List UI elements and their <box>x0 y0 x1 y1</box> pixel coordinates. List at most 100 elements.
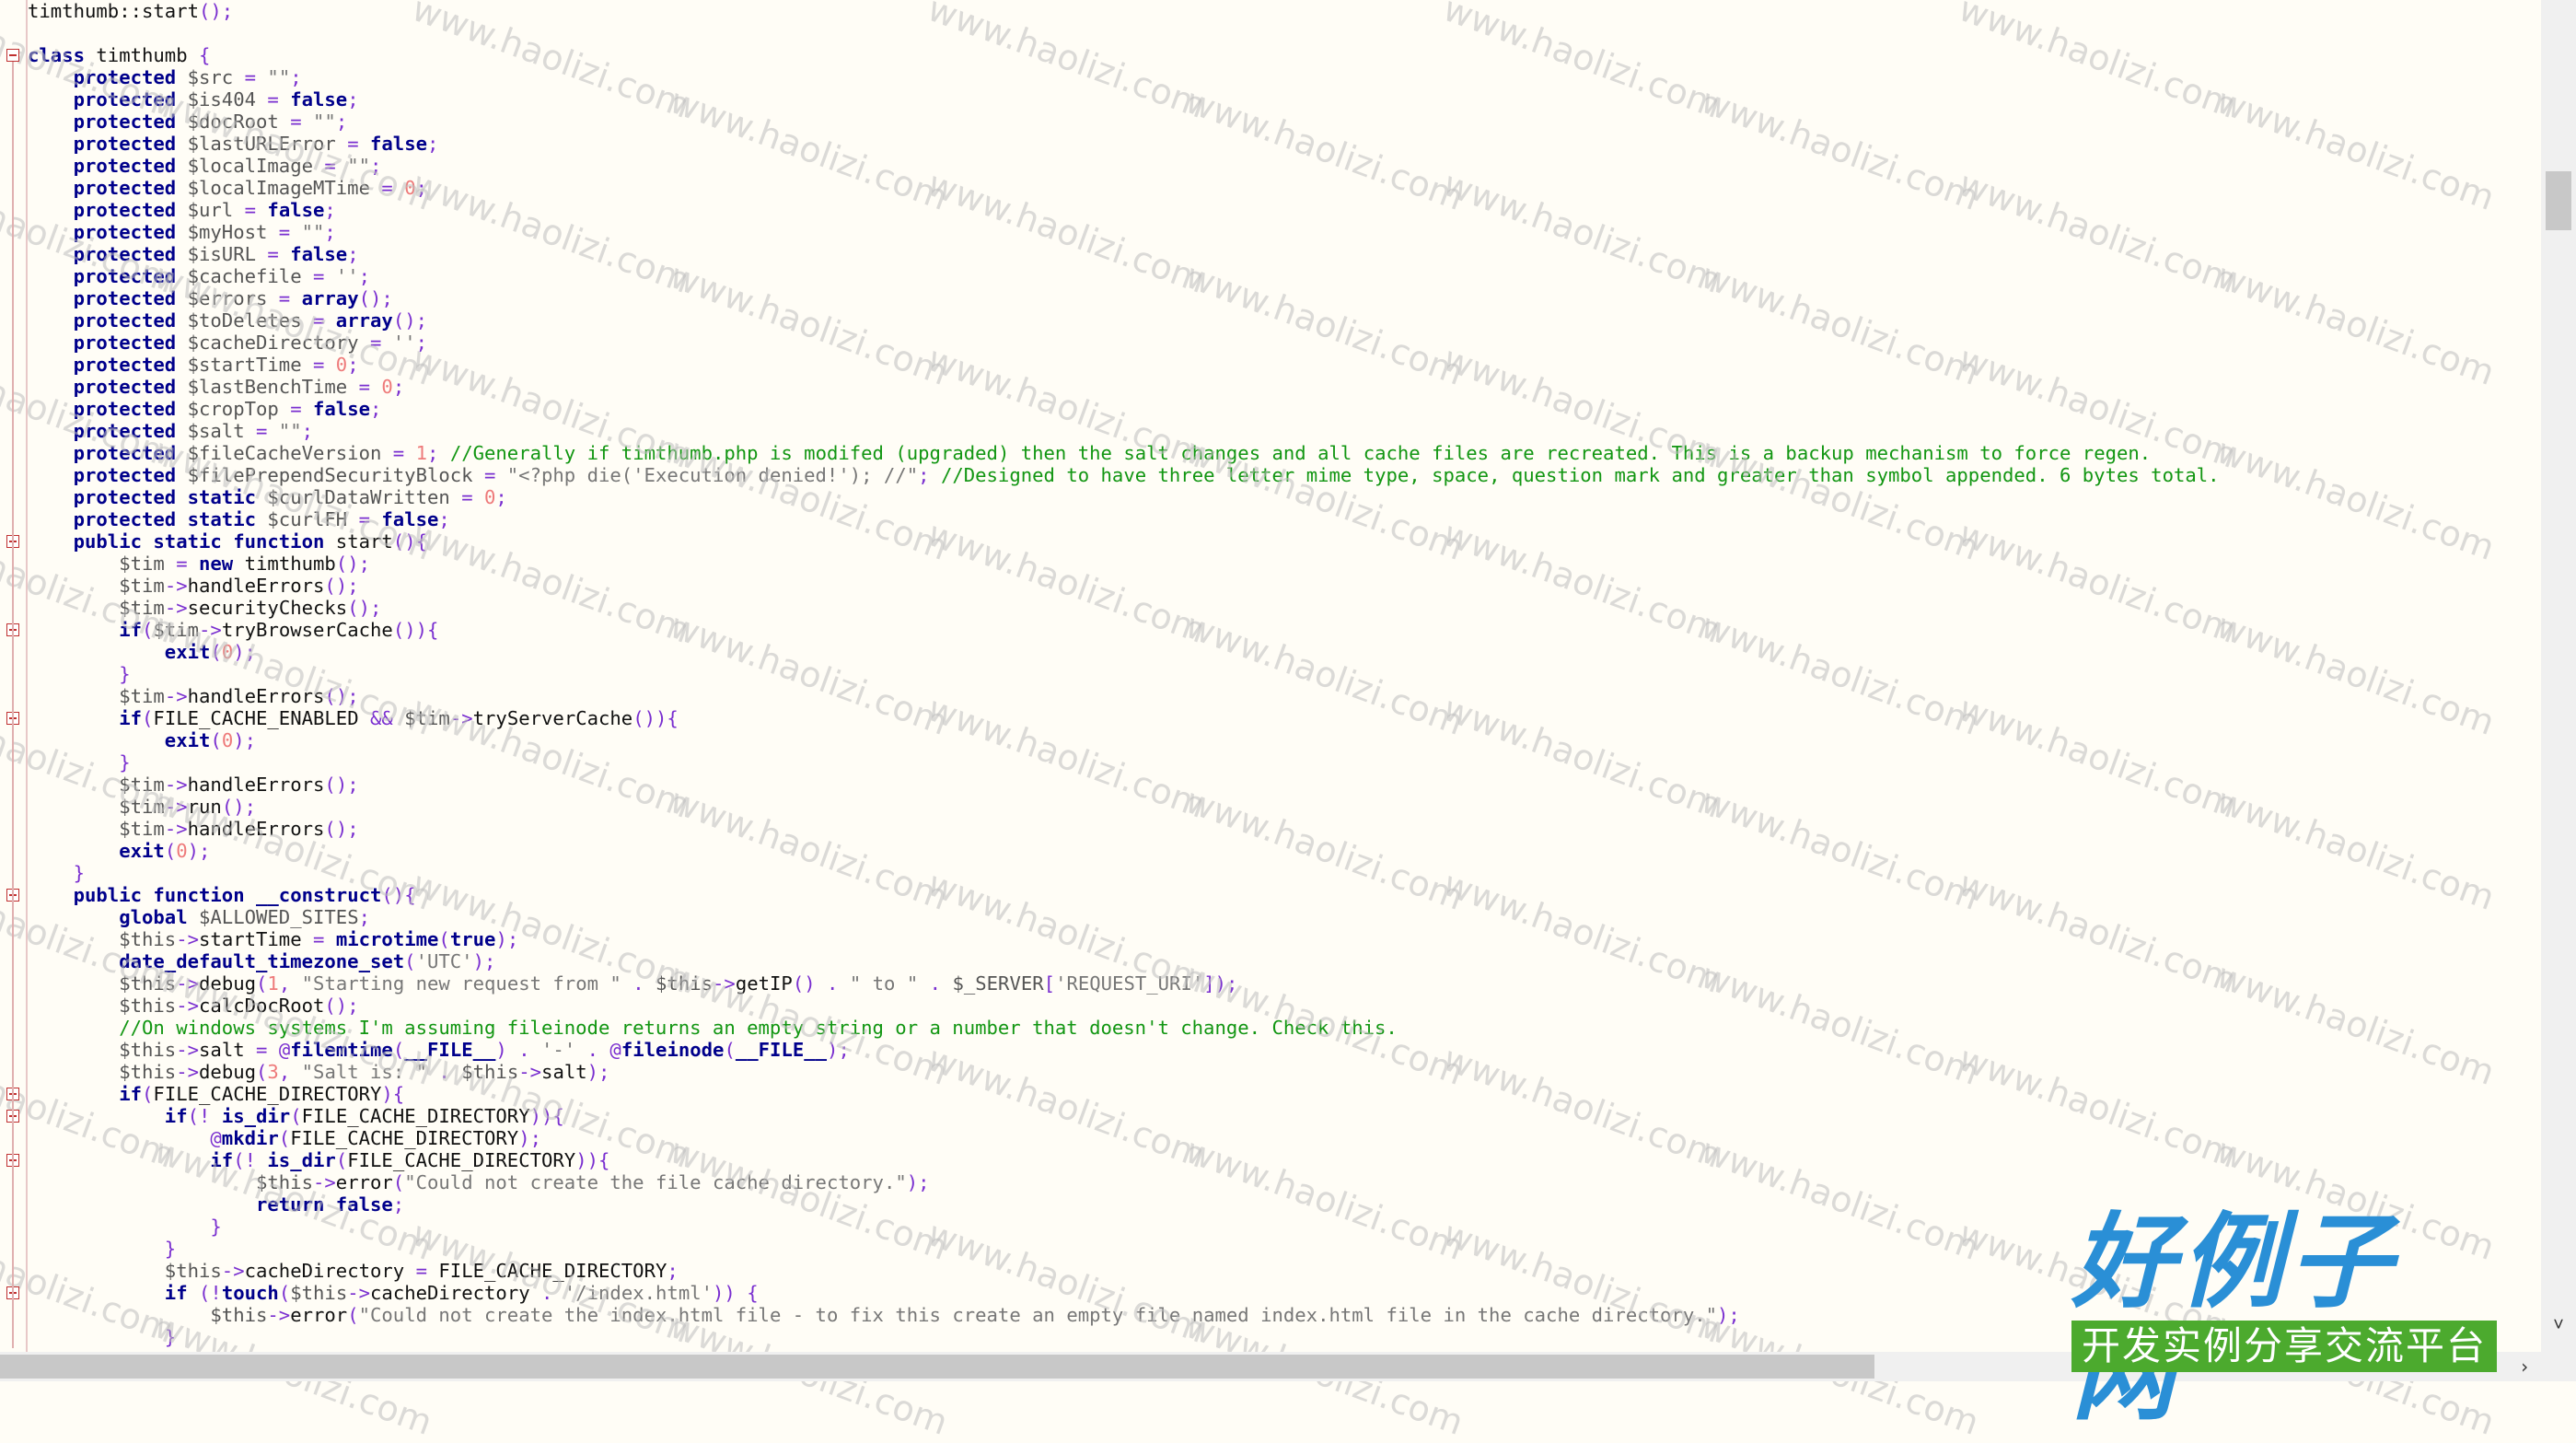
code-line[interactable]: protected $lastURLError = false; <box>28 133 439 155</box>
code-token: = <box>244 66 257 88</box>
code-line[interactable]: date_default_timezone_set('UTC'); <box>28 950 495 972</box>
code-line[interactable]: protected $errors = array(); <box>28 287 393 309</box>
code-line[interactable]: $tim->securityChecks(); <box>28 597 381 619</box>
code-line[interactable]: protected $cacheDirectory = ''; <box>28 332 427 354</box>
code-token: = <box>358 508 370 530</box>
code-line[interactable]: $this->cacheDirectory = FILE_CACHE_DIREC… <box>28 1260 679 1282</box>
code-line[interactable]: protected $src = ""; <box>28 66 302 88</box>
code-line[interactable]: } <box>28 862 85 884</box>
code-line[interactable]: timthumb::start(); <box>28 0 233 22</box>
code-token: -> <box>176 995 200 1017</box>
code-line[interactable]: $tim->handleErrors(); <box>28 685 359 707</box>
code-line[interactable]: $this->debug(1, "Starting new request fr… <box>28 972 1237 995</box>
code-token: 0 <box>392 177 416 199</box>
code-token: -> <box>176 1039 200 1061</box>
vertical-scrollbar[interactable]: ˅ <box>2541 0 2576 1352</box>
code-line[interactable]: protected $toDeletes = array(); <box>28 309 427 332</box>
code-line[interactable]: } <box>28 663 130 685</box>
code-token: is_dir <box>221 1105 291 1127</box>
code-editor[interactable]: timthumb::start();class timthumb { prote… <box>0 0 2576 1443</box>
code-token: ( <box>335 1149 348 1171</box>
code-line[interactable]: protected $lastBenchTime = 0; <box>28 376 405 398</box>
code-line[interactable]: return false; <box>28 1193 404 1216</box>
code-line[interactable]: $this->startTime = microtime(true); <box>28 928 518 950</box>
code-line[interactable]: protected $is404 = false; <box>28 88 359 111</box>
code-token: = <box>313 928 325 950</box>
code-token: $src <box>176 66 245 88</box>
code-line[interactable]: $this->error("Could not create the index… <box>28 1304 1740 1326</box>
code-token: $tim <box>119 553 177 575</box>
code-line[interactable]: protected $startTime = 0; <box>28 354 359 376</box>
code-line[interactable]: protected $localImageMTime = 0; <box>28 177 427 199</box>
code-line[interactable]: exit(0); <box>28 641 256 663</box>
code-token: ); <box>1717 1304 1740 1326</box>
code-line[interactable]: protected $salt = ""; <box>28 420 313 442</box>
code-token: 1 <box>404 442 427 464</box>
code-line[interactable]: $this->error("Could not create the file … <box>28 1171 930 1193</box>
code-token: ); <box>233 641 257 663</box>
code-token: 0 <box>221 729 234 751</box>
code-line[interactable]: $tim->handleErrors(); <box>28 774 358 796</box>
code-line[interactable]: exit(0); <box>28 729 256 751</box>
code-token: = <box>278 287 291 309</box>
code-line[interactable]: $tim->handleErrors(); <box>28 818 358 840</box>
code-token: 'UTC' <box>415 950 473 972</box>
code-line[interactable]: protected $myHost = ""; <box>28 221 336 243</box>
code-line[interactable]: public function __construct(){ <box>28 884 416 906</box>
code-line[interactable]: if(! is_dir(FILE_CACHE_DIRECTORY)){ <box>28 1149 609 1171</box>
code-line[interactable]: if(FILE_CACHE_DIRECTORY){ <box>28 1083 404 1105</box>
code-line[interactable]: protected $filePrependSecurityBlock = "<… <box>28 464 2220 486</box>
code-token: 0 <box>324 354 348 376</box>
code-line[interactable]: $this->salt = @filemtime(__FILE__) . '-'… <box>28 1039 850 1061</box>
code-line[interactable]: exit(0); <box>28 840 210 862</box>
code-line[interactable]: protected $cachefile = ''; <box>28 265 370 287</box>
code-line[interactable]: protected static $curlDataWritten = 0; <box>28 486 507 508</box>
code-line[interactable]: protected static $curlFH = false; <box>28 508 450 530</box>
code-token: ( <box>142 619 154 641</box>
code-line[interactable]: //On windows systems I'm assuming filein… <box>28 1017 1398 1039</box>
code-line[interactable]: if(! is_dir(FILE_CACHE_DIRECTORY)){ <box>28 1105 564 1127</box>
code-line[interactable]: if (!touch($this->cacheDirectory . '/ind… <box>28 1282 759 1304</box>
code-token: (); <box>324 685 359 707</box>
code-token: -> <box>267 1304 291 1326</box>
code-line[interactable]: if($tim->tryBrowserCache()){ <box>28 619 438 641</box>
code-line[interactable]: } <box>28 751 130 774</box>
code-token: 0 <box>221 641 234 663</box>
code-line[interactable]: global $ALLOWED_SITES; <box>28 906 370 928</box>
code-line[interactable]: @mkdir(FILE_CACHE_DIRECTORY); <box>28 1127 541 1149</box>
code-line[interactable]: public static function start(){ <box>28 530 427 553</box>
fold-guide-line <box>12 62 14 1348</box>
code-area[interactable]: timthumb::start();class timthumb { prote… <box>0 0 2541 1352</box>
vertical-scroll-thumb[interactable] <box>2546 171 2571 230</box>
code-token: false <box>256 199 325 221</box>
code-token: ) <box>495 1039 507 1061</box>
code-token: if <box>119 707 143 729</box>
scroll-right-arrow-icon[interactable]: › <box>2515 1357 2534 1376</box>
code-token: -> <box>164 597 188 619</box>
code-line[interactable]: $this->debug(3, "Salt is: " . $this->sal… <box>28 1061 609 1083</box>
code-token: ; <box>347 88 359 111</box>
code-line[interactable]: class timthumb { <box>28 44 210 66</box>
code-line[interactable]: protected $fileCacheVersion = 1; //Gener… <box>28 442 2152 464</box>
code-line[interactable]: protected $url = false; <box>28 199 336 221</box>
code-line[interactable]: } <box>28 1238 176 1260</box>
horizontal-scroll-thumb[interactable] <box>0 1355 1874 1379</box>
code-line[interactable]: } <box>28 1326 176 1348</box>
code-line[interactable]: protected $docRoot = ""; <box>28 111 348 133</box>
code-line[interactable]: protected $isURL = false; <box>28 243 359 265</box>
code-token: , <box>278 1061 302 1083</box>
code-line[interactable]: protected $localImage = ""; <box>28 155 382 177</box>
fold-toggle-icon[interactable] <box>6 49 19 62</box>
code-line[interactable]: if(FILE_CACHE_ENABLED && $tim->tryServer… <box>28 707 679 729</box>
code-line[interactable]: $tim = new timthumb(); <box>28 553 370 575</box>
code-token: $cachefile <box>176 265 313 287</box>
code-line[interactable]: } <box>28 1216 221 1238</box>
code-line[interactable]: $tim->run(); <box>28 796 256 818</box>
code-line[interactable]: $tim->handleErrors(); <box>28 575 358 597</box>
code-line[interactable]: $this->calcDocRoot(); <box>28 995 358 1017</box>
scroll-down-arrow-icon[interactable]: ˅ <box>2549 1315 2568 1333</box>
code-line[interactable]: protected $cropTop = false; <box>28 398 382 420</box>
